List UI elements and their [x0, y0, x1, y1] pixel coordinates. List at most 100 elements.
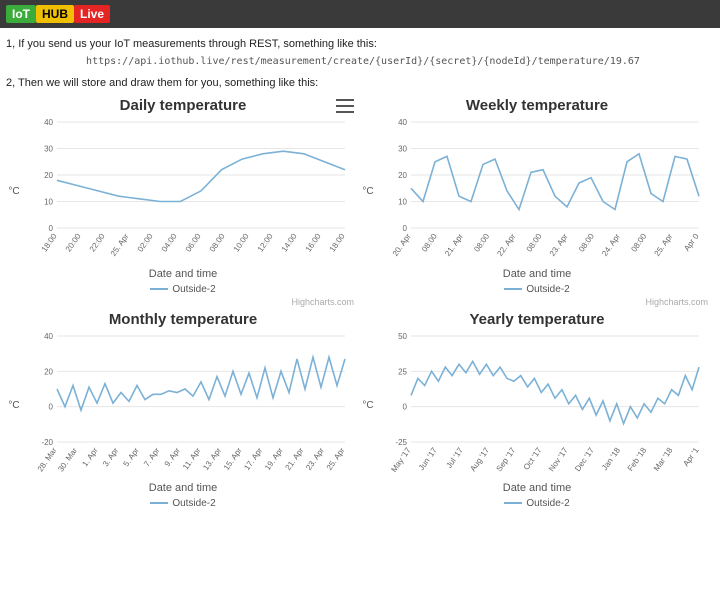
svg-text:Sep '17: Sep '17: [495, 446, 518, 474]
logo-pill-live: Live: [74, 5, 110, 23]
svg-text:20: 20: [44, 367, 53, 376]
legend: Outside-2: [360, 284, 714, 295]
chart-title: Weekly temperature: [360, 97, 714, 114]
svg-text:12:00: 12:00: [256, 232, 275, 254]
svg-text:23. Apr: 23. Apr: [548, 232, 570, 258]
svg-text:1. Apr: 1. Apr: [80, 446, 100, 469]
svg-text:30: 30: [398, 145, 407, 154]
svg-text:15. Apr: 15. Apr: [222, 446, 244, 472]
svg-text:Nov '17: Nov '17: [547, 446, 570, 474]
legend-swatch: [504, 288, 522, 290]
chart-plot: 01020304018:0020:0022:0025. Apr02:0004:0…: [22, 116, 360, 266]
legend-swatch: [150, 288, 168, 290]
chart-monthly: Monthly temperature°C-200204028. Mar30. …: [6, 307, 360, 509]
legend: Outside-2: [360, 498, 714, 509]
svg-text:11. Apr: 11. Apr: [181, 446, 203, 472]
svg-text:08:00: 08:00: [420, 232, 439, 254]
svg-text:May '17: May '17: [389, 446, 413, 474]
svg-text:19. Apr: 19. Apr: [263, 446, 285, 472]
y-axis-label: °C: [6, 400, 22, 411]
legend: Outside-2: [6, 284, 360, 295]
svg-text:06:00: 06:00: [184, 232, 203, 254]
x-axis-label: Date and time: [360, 482, 714, 494]
x-axis-label: Date and time: [6, 482, 360, 494]
svg-text:08:00: 08:00: [629, 232, 648, 254]
svg-text:02:00: 02:00: [136, 232, 155, 254]
chart-title: Daily temperature: [6, 97, 360, 114]
legend: Outside-2: [6, 498, 360, 509]
legend-label: Outside-2: [526, 284, 569, 295]
svg-text:22. Apr: 22. Apr: [495, 232, 517, 258]
svg-text:08:00: 08:00: [208, 232, 227, 254]
chart-credit[interactable]: Highcharts.com: [360, 297, 714, 307]
svg-text:08:00: 08:00: [525, 232, 544, 254]
svg-text:5. Apr: 5. Apr: [122, 446, 142, 469]
chart-menu-icon[interactable]: [336, 99, 354, 113]
svg-text:-20: -20: [41, 438, 53, 447]
y-axis-label: °C: [360, 400, 376, 411]
svg-text:21. Apr: 21. Apr: [284, 446, 306, 472]
svg-text:30. Mar: 30. Mar: [56, 446, 79, 474]
legend-swatch: [504, 502, 522, 504]
svg-text:Apr '1: Apr '1: [681, 446, 701, 469]
svg-text:08:00: 08:00: [577, 232, 596, 254]
svg-text:20: 20: [398, 171, 407, 180]
svg-text:Jan '18: Jan '18: [600, 446, 622, 473]
svg-text:0: 0: [403, 403, 408, 412]
svg-text:17. Apr: 17. Apr: [242, 446, 264, 472]
chart-plot: -2502550May '17Jun '17Jul '17Aug '17Sep …: [376, 330, 714, 480]
svg-text:Feb '18: Feb '18: [626, 446, 649, 473]
svg-text:50: 50: [398, 332, 407, 341]
chart-daily: Daily temperature°C01020304018:0020:0022…: [6, 93, 360, 307]
chart-plot: 01020304020. Apr08:0021. Apr08:0022. Apr…: [376, 116, 714, 266]
legend-label: Outside-2: [526, 498, 569, 509]
svg-text:Mar '18: Mar '18: [652, 446, 675, 473]
svg-text:18:00: 18:00: [40, 232, 59, 254]
svg-text:25. Apr: 25. Apr: [653, 232, 675, 258]
logo-pill-iot: IoT: [6, 5, 36, 23]
intro-code: https://api.iothub.live/rest/measurement…: [6, 56, 720, 67]
chart-credit[interactable]: Highcharts.com: [6, 297, 360, 307]
series-line: [411, 361, 699, 423]
svg-text:Apr 0: Apr 0: [682, 232, 701, 253]
svg-text:-25: -25: [395, 438, 407, 447]
svg-text:21. Apr: 21. Apr: [443, 232, 465, 258]
svg-text:20: 20: [44, 171, 53, 180]
svg-text:25. Apr: 25. Apr: [325, 446, 347, 472]
svg-text:16:00: 16:00: [304, 232, 323, 254]
svg-text:40: 40: [398, 118, 407, 127]
svg-text:0: 0: [49, 403, 54, 412]
y-axis-label: °C: [360, 186, 376, 197]
svg-text:18:00: 18:00: [328, 232, 347, 254]
legend-swatch: [150, 502, 168, 504]
svg-text:3. Apr: 3. Apr: [101, 446, 121, 469]
svg-text:08:00: 08:00: [472, 232, 491, 254]
svg-text:22:00: 22:00: [88, 232, 107, 254]
legend-label: Outside-2: [172, 498, 215, 509]
logo-pill-hub: HUB: [36, 5, 74, 23]
svg-text:7. Apr: 7. Apr: [142, 446, 162, 469]
svg-text:0: 0: [403, 224, 408, 233]
svg-text:23. Apr: 23. Apr: [304, 446, 326, 472]
x-axis-label: Date and time: [6, 268, 360, 280]
x-axis-label: Date and time: [360, 268, 714, 280]
top-bar: IoT HUB Live: [0, 0, 720, 28]
intro-block: 1, If you send us your IoT measurements …: [0, 28, 720, 89]
svg-text:25. Apr: 25. Apr: [109, 232, 131, 258]
svg-text:Aug '17: Aug '17: [468, 446, 491, 474]
chart-title: Yearly temperature: [360, 311, 714, 328]
svg-text:40: 40: [44, 332, 53, 341]
svg-text:14:00: 14:00: [280, 232, 299, 254]
svg-text:13. Apr: 13. Apr: [201, 446, 223, 472]
y-axis-label: °C: [6, 186, 22, 197]
svg-text:10: 10: [398, 198, 407, 207]
series-line: [57, 357, 345, 410]
svg-text:24. Apr: 24. Apr: [600, 232, 622, 258]
svg-text:9. Apr: 9. Apr: [163, 446, 183, 469]
svg-text:20. Apr: 20. Apr: [391, 232, 413, 258]
svg-text:Oct '17: Oct '17: [522, 446, 544, 472]
svg-text:28. Mar: 28. Mar: [36, 446, 59, 474]
chart-weekly: Weekly temperature °C 0 10 20 30 40 20. Apr 08:0…: [360, 93, 714, 307]
series-line: [57, 151, 345, 201]
svg-text:04:00: 04:00: [160, 232, 179, 254]
